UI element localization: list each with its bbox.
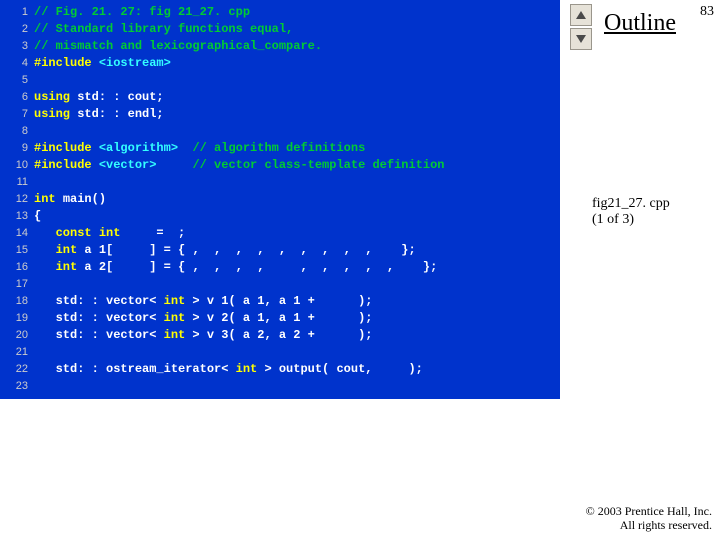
code-line: 9#include <algorithm> // algorithm defin…: [0, 140, 560, 157]
line-number: 3: [0, 38, 34, 55]
code-line: 19 std: : vector< int > v 2( a 1, a 1 + …: [0, 310, 560, 327]
code-line: 13{: [0, 208, 560, 225]
code-line: 18 std: : vector< int > v 1( a 1, a 1 + …: [0, 293, 560, 310]
code-text: std: : ostream_iterator< int > output( c…: [34, 361, 423, 378]
code-text: {: [34, 208, 41, 225]
code-text: std: : vector< int > v 1( a 1, a 1 + );: [34, 293, 372, 310]
triangle-down-icon: [576, 35, 586, 43]
code-line: 15 int a 1[ ] = { , , , , , , , , , };: [0, 242, 560, 259]
code-text: int main(): [34, 191, 106, 208]
outline-heading: Outline: [604, 10, 676, 37]
code-line: 7using std: : endl;: [0, 106, 560, 123]
caption-line-2: (1 of 3): [592, 212, 716, 228]
code-line: 11: [0, 174, 560, 191]
line-number: 21: [0, 344, 34, 361]
line-number: 16: [0, 259, 34, 276]
code-line: 22 std: : ostream_iterator< int > output…: [0, 361, 560, 378]
line-number: 5: [0, 72, 34, 89]
code-line: 23: [0, 378, 560, 395]
code-line: 3// mismatch and lexicographical_compare…: [0, 38, 560, 55]
line-number: 17: [0, 276, 34, 293]
code-line: 17: [0, 276, 560, 293]
caption-line-1: fig21_27. cpp: [592, 196, 716, 212]
code-text: // mismatch and lexicographical_compare.: [34, 38, 322, 55]
line-number: 4: [0, 55, 34, 72]
line-number: 7: [0, 106, 34, 123]
code-text: int a 1[ ] = { , , , , , , , , , };: [34, 242, 416, 259]
code-line: 12int main(): [0, 191, 560, 208]
code-text: // Fig. 21. 27: fig 21_27. cpp: [34, 4, 250, 21]
line-number: 10: [0, 157, 34, 174]
line-number: 22: [0, 361, 34, 378]
triangle-up-icon: [576, 11, 586, 19]
line-number: 23: [0, 378, 34, 395]
nav-buttons: [570, 4, 592, 52]
code-text: #include <algorithm> // algorithm defini…: [34, 140, 365, 157]
slide: 1// Fig. 21. 27: fig 21_27. cpp2// Stand…: [0, 0, 720, 540]
code-text: int a 2[ ] = { , , , , , , , , , };: [34, 259, 437, 276]
code-text: std: : vector< int > v 2( a 1, a 1 + );: [34, 310, 372, 327]
line-number: 9: [0, 140, 34, 157]
code-block: 1// Fig. 21. 27: fig 21_27. cpp2// Stand…: [0, 0, 560, 399]
line-number: 15: [0, 242, 34, 259]
code-line: 4#include <iostream>: [0, 55, 560, 72]
code-line: 1// Fig. 21. 27: fig 21_27. cpp: [0, 4, 560, 21]
line-number: 6: [0, 89, 34, 106]
line-number: 2: [0, 21, 34, 38]
code-line: 21: [0, 344, 560, 361]
code-text: #include <iostream>: [34, 55, 171, 72]
slide-caption: fig21_27. cpp (1 of 3): [592, 196, 716, 228]
code-text: std: : vector< int > v 3( a 2, a 2 + );: [34, 327, 372, 344]
code-line: 8: [0, 123, 560, 140]
line-number: 8: [0, 123, 34, 140]
line-number: 14: [0, 225, 34, 242]
line-number: 19: [0, 310, 34, 327]
code-text: // Standard library functions equal,: [34, 21, 293, 38]
nav-down-button[interactable]: [570, 28, 592, 50]
code-line: 2// Standard library functions equal,: [0, 21, 560, 38]
line-number: 12: [0, 191, 34, 208]
code-text: const int = ;: [34, 225, 185, 242]
code-line: 14 const int = ;: [0, 225, 560, 242]
line-number: 20: [0, 327, 34, 344]
code-text: using std: : cout;: [34, 89, 164, 106]
code-text: #include <vector> // vector class-templa…: [34, 157, 444, 174]
nav-up-button[interactable]: [570, 4, 592, 26]
line-number: 11: [0, 174, 34, 191]
code-text: using std: : endl;: [34, 106, 164, 123]
code-line: 10#include <vector> // vector class-temp…: [0, 157, 560, 174]
footer: © 2003 Prentice Hall, Inc. All rights re…: [586, 504, 712, 532]
footer-line-1: © 2003 Prentice Hall, Inc.: [586, 504, 712, 518]
page-number: 83: [700, 4, 714, 20]
line-number: 18: [0, 293, 34, 310]
code-line: 16 int a 2[ ] = { , , , , , , , , , };: [0, 259, 560, 276]
code-line: 6using std: : cout;: [0, 89, 560, 106]
footer-line-2: All rights reserved.: [586, 518, 712, 532]
code-line: 20 std: : vector< int > v 3( a 2, a 2 + …: [0, 327, 560, 344]
line-number: 1: [0, 4, 34, 21]
line-number: 13: [0, 208, 34, 225]
code-line: 5: [0, 72, 560, 89]
